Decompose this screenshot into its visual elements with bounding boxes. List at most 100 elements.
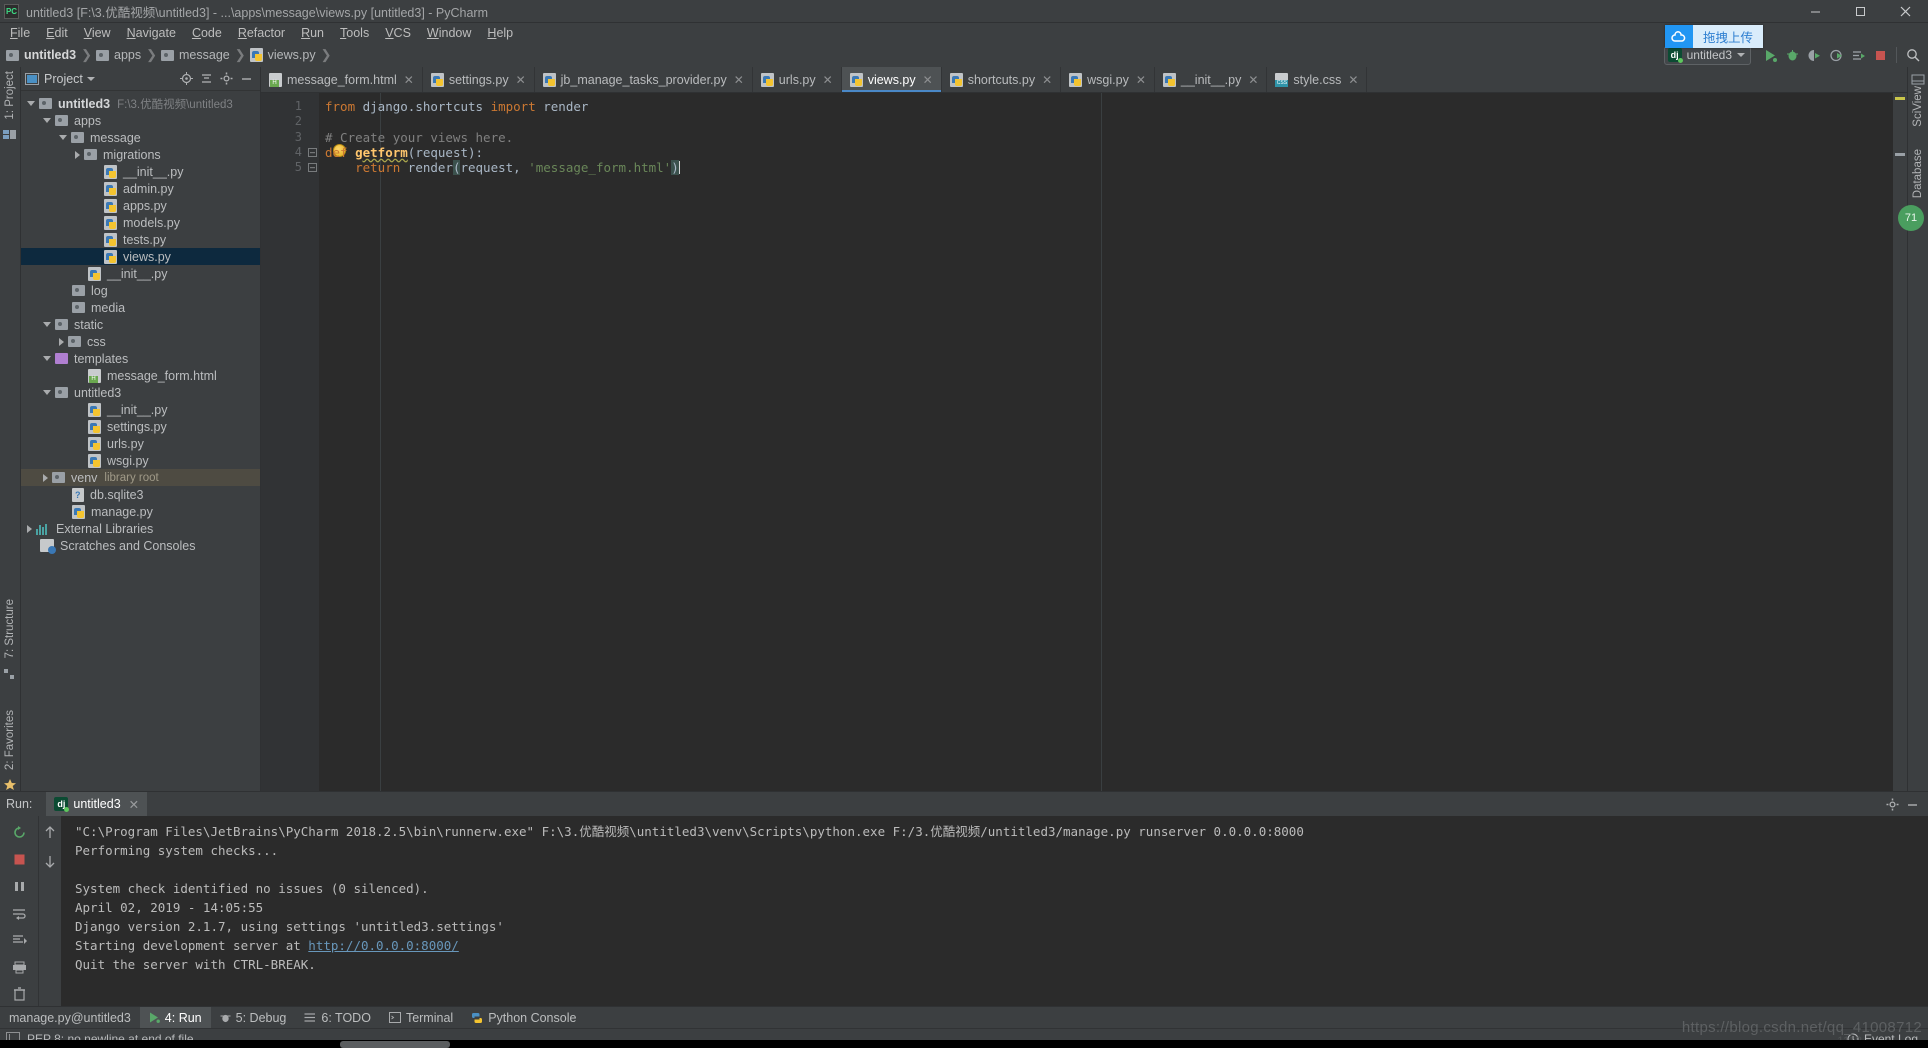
breadcrumb-item-views-py[interactable]: views.py: [249, 48, 316, 62]
breadcrumb-item-untitled3[interactable]: untitled3: [6, 48, 76, 62]
editor-tab-message-form-html[interactable]: message_form.html ✕: [261, 67, 423, 92]
maximize-button[interactable]: [1838, 0, 1883, 22]
close-icon[interactable]: ✕: [734, 73, 744, 87]
tree-node-css[interactable]: css: [21, 333, 260, 350]
editor-tab-urls-py[interactable]: urls.py ✕: [753, 67, 842, 92]
hide-icon[interactable]: [1902, 794, 1922, 814]
stop-icon[interactable]: [7, 847, 31, 871]
chevron-right-icon[interactable]: [27, 524, 32, 533]
editor-tab-shortcuts-py[interactable]: shortcuts.py ✕: [942, 67, 1062, 92]
info-marker[interactable]: [1895, 153, 1905, 156]
tree-node-untitled3[interactable]: untitled3 F:\3.优酷视频\untitled3: [21, 95, 260, 112]
settings-gear-icon[interactable]: [1882, 794, 1902, 814]
editor-tab-style-css[interactable]: style.css ✕: [1267, 67, 1368, 92]
tree-node-tests-py[interactable]: tests.py: [21, 231, 260, 248]
tool-window-button-database[interactable]: Database: [1912, 149, 1924, 198]
tree-node-message-form-html[interactable]: message_form.html: [21, 367, 260, 384]
close-icon[interactable]: ✕: [823, 73, 833, 87]
close-icon[interactable]: ✕: [129, 797, 139, 812]
tree-node---init---py[interactable]: __init__.py: [21, 163, 260, 180]
chevron-down-icon[interactable]: [27, 101, 35, 106]
minimize-button[interactable]: [1793, 0, 1838, 22]
close-icon[interactable]: ✕: [1136, 73, 1146, 87]
tree-node-migrations[interactable]: migrations: [21, 146, 260, 163]
code-editor[interactable]: from django.shortcuts import render # Cr…: [319, 93, 1893, 791]
code-folding-gutter[interactable]: – –: [306, 93, 319, 791]
stop-icon[interactable]: [1869, 44, 1891, 66]
tree-node-urls-py[interactable]: urls.py: [21, 435, 260, 452]
code-line[interactable]: [319, 114, 1893, 129]
rerun-icon[interactable]: [7, 820, 31, 844]
run-coverage-icon[interactable]: [1803, 44, 1825, 66]
chevron-down-icon[interactable]: [43, 118, 51, 123]
warning-marker[interactable]: [1895, 97, 1905, 100]
hide-icon[interactable]: [236, 69, 256, 89]
project-tree[interactable]: untitled3 F:\3.优酷视频\untitled3 apps message m…: [21, 91, 260, 791]
close-icon[interactable]: ✕: [923, 73, 933, 87]
fold-region-toggle[interactable]: –: [306, 145, 319, 160]
floating-counter-badge[interactable]: 71: [1898, 205, 1924, 231]
menu-item-window[interactable]: Window: [419, 24, 479, 42]
tree-node-log[interactable]: log: [21, 282, 260, 299]
code-line[interactable]: return render(request, 'message_form.htm…: [319, 160, 1893, 176]
menu-item-code[interactable]: Code: [184, 24, 230, 42]
tool-window-button-5--debug[interactable]: 5: Debug: [211, 1007, 296, 1028]
run-console-output[interactable]: "C:\Program Files\JetBrains\PyCharm 2018…: [61, 816, 1928, 1006]
menu-item-vcs[interactable]: VCS: [377, 24, 419, 42]
close-icon[interactable]: ✕: [1348, 73, 1358, 87]
profile-icon[interactable]: [1825, 44, 1847, 66]
tree-node-media[interactable]: media: [21, 299, 260, 316]
fold-region-toggle[interactable]: –: [306, 160, 319, 175]
tool-window-button-6--todo[interactable]: 6: TODO: [295, 1007, 380, 1028]
editor-tab-settings-py[interactable]: settings.py ✕: [423, 67, 535, 92]
tree-node-message[interactable]: message: [21, 129, 260, 146]
chevron-right-icon[interactable]: [43, 473, 48, 482]
tree-node-wsgi-py[interactable]: wsgi.py: [21, 452, 260, 469]
settings-gear-icon[interactable]: [216, 69, 236, 89]
editor-tab-jb-manage-tasks-provider-py[interactable]: jb_manage_tasks_provider.py ✕: [535, 67, 753, 92]
tree-node-scratches-and-consoles[interactable]: Scratches and Consoles: [21, 537, 260, 554]
tree-node-templates[interactable]: templates: [21, 350, 260, 367]
pause-icon[interactable]: [7, 874, 31, 898]
tree-node-venv[interactable]: venv library root: [21, 469, 260, 486]
code-line[interactable]: from django.shortcuts import render: [319, 99, 1893, 114]
code-line[interactable]: # Create your views here.: [319, 130, 1893, 145]
error-stripe-gutter[interactable]: [1893, 93, 1907, 791]
chevron-right-icon[interactable]: [75, 150, 80, 159]
chevron-down-icon[interactable]: [86, 76, 95, 81]
console-link[interactable]: http://0.0.0.0:8000/: [308, 938, 459, 953]
search-everywhere-icon[interactable]: [1902, 44, 1924, 66]
collapse-all-icon[interactable]: [196, 69, 216, 89]
editor-tabs[interactable]: message_form.html✕settings.py✕jb_manage_…: [261, 67, 1907, 93]
tree-node-apps[interactable]: apps: [21, 112, 260, 129]
breadcrumb-item-message[interactable]: message: [161, 48, 230, 62]
close-icon[interactable]: ✕: [404, 73, 414, 87]
menu-item-edit[interactable]: Edit: [38, 24, 76, 42]
tree-node-models-py[interactable]: models.py: [21, 214, 260, 231]
tree-node---init---py[interactable]: __init__.py: [21, 265, 260, 282]
up-arrow-icon[interactable]: [38, 820, 62, 844]
menu-item-view[interactable]: View: [76, 24, 119, 42]
tree-node-apps-py[interactable]: apps.py: [21, 197, 260, 214]
chevron-right-icon[interactable]: [59, 337, 64, 346]
tool-window-button-4--run[interactable]: 4: Run: [139, 1007, 211, 1028]
close-icon[interactable]: ✕: [1248, 73, 1258, 87]
horizontal-scrollbar[interactable]: [340, 1041, 450, 1048]
chevron-down-icon[interactable]: [43, 390, 51, 395]
soft-wrap-icon[interactable]: [7, 901, 31, 925]
tree-node-admin-py[interactable]: admin.py: [21, 180, 260, 197]
tree-node-untitled3[interactable]: untitled3: [21, 384, 260, 401]
menu-item-tools[interactable]: Tools: [332, 24, 377, 42]
chevron-down-icon[interactable]: [59, 135, 67, 140]
debug-icon[interactable]: [1781, 44, 1803, 66]
run-configuration-selector[interactable]: dj untitled3: [1663, 45, 1751, 65]
menu-item-help[interactable]: Help: [479, 24, 521, 42]
breadcrumb-item-apps[interactable]: apps: [96, 48, 141, 62]
tool-window-button-manage-py-untitled3[interactable]: manage.py@untitled3: [0, 1007, 140, 1028]
tree-node---init---py[interactable]: __init__.py: [21, 401, 260, 418]
tool-window-button-python-console[interactable]: Python Console: [462, 1007, 585, 1028]
tree-node-external-libraries[interactable]: External Libraries: [21, 520, 260, 537]
scroll-to-end-icon[interactable]: [7, 928, 31, 952]
tree-node-settings-py[interactable]: settings.py: [21, 418, 260, 435]
down-arrow-icon[interactable]: [38, 850, 62, 874]
